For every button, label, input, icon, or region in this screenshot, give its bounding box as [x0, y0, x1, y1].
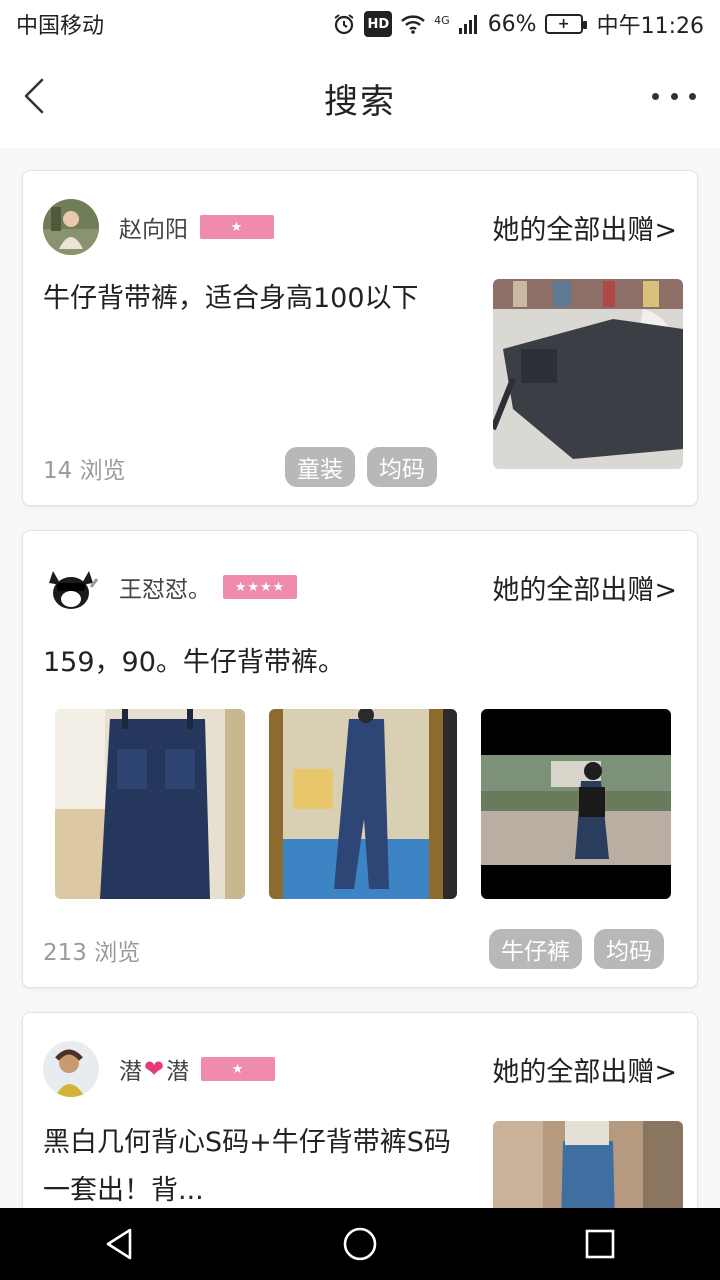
page-title: 搜索: [324, 81, 396, 122]
tag[interactable]: 童装: [285, 447, 355, 487]
level-badge: ★: [200, 215, 274, 239]
card-header: 王怼怼。 ★★★★ 她的全部出赠>: [43, 559, 677, 615]
nav-bar: 搜索: [0, 48, 720, 148]
card-header: 赵向阳 ★ 她的全部出赠>: [43, 199, 677, 255]
all-giveaways-link[interactable]: 她的全部出赠>: [492, 568, 677, 607]
feed-list[interactable]: 赵向阳 ★ 她的全部出赠> 牛仔背带裤，适合身高100以下 14 浏览 童装 均…: [0, 148, 720, 1208]
post-image[interactable]: [269, 709, 457, 899]
tag-list: 牛仔裤 均码: [489, 929, 664, 969]
wifi-icon: [400, 11, 426, 37]
post-card[interactable]: 赵向阳 ★ 她的全部出赠> 牛仔背带裤，适合身高100以下 14 浏览 童装 均…: [22, 170, 698, 506]
square-recents-icon: [585, 1229, 615, 1259]
username[interactable]: 赵向阳: [119, 210, 188, 244]
avatar[interactable]: [43, 199, 99, 255]
more-dot-icon: [652, 92, 659, 100]
post-image[interactable]: [55, 709, 245, 899]
status-bar: 中国移动 HD 4G 66% + 中午11:26: [0, 0, 720, 48]
battery-icon: +: [544, 14, 587, 34]
screen: 中国移动 HD 4G 66% + 中午11:26 搜索 赵向阳 ★ 她的全部出赠…: [0, 0, 720, 1280]
system-recents-button[interactable]: [570, 1214, 630, 1274]
post-image[interactable]: [493, 1121, 683, 1208]
triangle-back-icon: [106, 1228, 132, 1260]
avatar[interactable]: [43, 559, 99, 615]
carrier-label: 中国移动: [16, 14, 105, 39]
view-count: 213 浏览: [43, 940, 141, 966]
system-back-button[interactable]: [90, 1214, 150, 1274]
signal-icon: [458, 11, 480, 37]
chevron-left-icon: [24, 78, 44, 114]
post-description[interactable]: 牛仔背带裤，适合身高100以下: [43, 275, 463, 323]
back-button[interactable]: [16, 76, 56, 116]
level-badge: ★: [201, 1057, 276, 1081]
system-nav-bar: [0, 1208, 720, 1280]
card-header: 潜 ❤ 潜 ★ 她的全部出赠>: [43, 1041, 677, 1097]
heart-icon: ❤: [144, 1055, 165, 1083]
more-dot-icon: [689, 92, 696, 100]
circle-home-icon: [343, 1227, 377, 1261]
all-giveaways-link[interactable]: 她的全部出赠>: [492, 208, 677, 247]
username-part: 潜: [119, 1059, 142, 1085]
tag[interactable]: 均码: [594, 929, 664, 969]
view-count: 14 浏览: [43, 458, 126, 484]
tag[interactable]: 均码: [367, 447, 437, 487]
all-giveaways-link[interactable]: 她的全部出赠>: [492, 1050, 677, 1089]
network-type-label: 4G: [434, 14, 450, 27]
battery-percent: 66%: [487, 11, 537, 37]
post-card[interactable]: 王怼怼。 ★★★★ 她的全部出赠> 159，90。牛仔背带裤。 213 浏览 牛…: [22, 530, 698, 988]
post-description[interactable]: 黑白几何背心S码+牛仔背带裤S码一套出！背...: [43, 1119, 463, 1208]
level-badge: ★★★★: [223, 575, 297, 599]
username[interactable]: 王怼怼。: [119, 570, 211, 604]
post-video-thumbnail[interactable]: [481, 709, 671, 899]
avatar[interactable]: [43, 1041, 99, 1097]
post-image[interactable]: [493, 279, 683, 469]
clock: 中午11:26: [596, 14, 704, 39]
system-home-button[interactable]: [330, 1214, 390, 1274]
hd-icon: HD: [364, 11, 393, 37]
alarm-icon: [332, 11, 356, 37]
tag[interactable]: 牛仔裤: [489, 929, 582, 969]
more-dot-icon: [670, 92, 678, 100]
status-icons: HD 4G 66% + 中午11:26: [332, 8, 704, 40]
tag-list: 童装 均码: [285, 447, 437, 487]
more-options-button[interactable]: [652, 86, 696, 106]
username[interactable]: 潜 ❤ 潜: [119, 1052, 189, 1086]
post-card[interactable]: 潜 ❤ 潜 ★ 她的全部出赠> 黑白几何背心S码+牛仔背带裤S码一套出！背...: [22, 1012, 698, 1208]
post-description[interactable]: 159，90。牛仔背带裤。: [43, 639, 673, 687]
username-part: 潜: [166, 1059, 190, 1085]
